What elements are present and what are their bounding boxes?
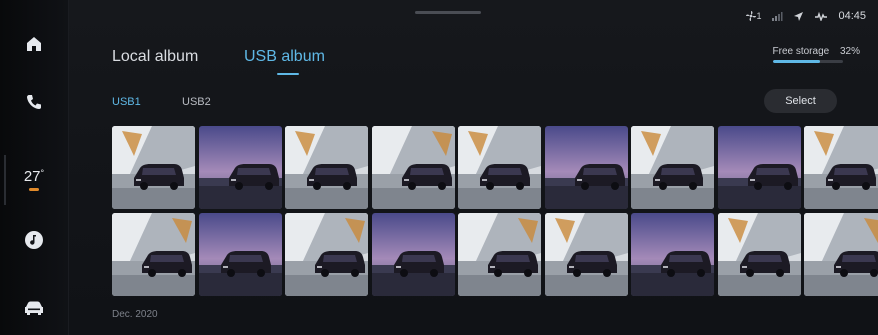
storage-bar <box>772 60 843 63</box>
music-button[interactable] <box>0 220 68 260</box>
temperature-control[interactable]: 27° <box>0 157 68 201</box>
side-rail: 27° <box>0 0 69 335</box>
storage-indicator: Free storage 32% <box>772 46 860 63</box>
temperature-value: 27° <box>24 168 44 185</box>
tab-local-album[interactable]: Local album <box>112 48 198 66</box>
photo-thumbnail[interactable] <box>198 126 282 209</box>
date-group-label: Dec. 2020 <box>112 309 158 320</box>
home-button[interactable] <box>0 24 68 64</box>
navigation-arrow-icon <box>794 11 804 21</box>
phone-button[interactable] <box>0 82 68 122</box>
home-icon <box>27 37 41 51</box>
photo-thumbnail[interactable] <box>285 213 368 296</box>
photo-thumbnail[interactable] <box>804 213 878 296</box>
temperature-unit: ° <box>40 167 45 178</box>
car-icon <box>25 301 43 315</box>
vehicle-button[interactable] <box>0 288 68 328</box>
photo-thumbnail[interactable] <box>371 213 455 296</box>
status-bar: 1 04:45 <box>745 10 866 22</box>
photo-thumbnail[interactable] <box>198 213 282 296</box>
photo-thumbnail[interactable] <box>804 126 878 209</box>
photo-thumbnail[interactable] <box>458 213 541 296</box>
temperature-number: 27 <box>23 167 41 185</box>
storage-label: Free storage <box>772 46 830 57</box>
photo-thumbnail[interactable] <box>112 213 195 296</box>
photo-thumbnail[interactable] <box>544 213 628 296</box>
signal-bars-icon <box>772 12 783 21</box>
drag-handle[interactable] <box>415 11 481 14</box>
photo-thumbnail[interactable] <box>112 126 195 209</box>
select-button[interactable]: Select <box>764 89 837 113</box>
photo-thumbnail[interactable] <box>631 126 714 209</box>
active-tab-indicator <box>277 73 299 75</box>
photo-thumbnail[interactable] <box>371 126 455 209</box>
tab-usb-album[interactable]: USB album <box>244 48 325 66</box>
photo-thumbnail[interactable] <box>458 126 541 209</box>
photo-thumbnail[interactable] <box>717 126 801 209</box>
photo-thumbnail[interactable] <box>544 126 628 209</box>
subtab-usb1[interactable]: USB1 <box>112 96 141 108</box>
phone-icon <box>27 95 41 109</box>
temperature-indicator <box>29 187 39 191</box>
fan-status: 1 <box>745 10 761 22</box>
photo-thumbnail[interactable] <box>717 213 801 296</box>
storage-percent: 32% <box>839 46 860 57</box>
photo-thumbnail[interactable] <box>285 126 368 209</box>
album-panel: 1 04:45 Local album USB album Free stora… <box>69 0 878 335</box>
fan-level: 1 <box>756 11 762 21</box>
storage-bar-fill <box>772 60 821 63</box>
subtab-usb2[interactable]: USB2 <box>182 96 211 108</box>
photo-thumbnail[interactable] <box>631 213 714 296</box>
music-icon <box>25 231 43 249</box>
connection-icon <box>815 11 828 21</box>
clock: 04:45 <box>838 10 866 22</box>
